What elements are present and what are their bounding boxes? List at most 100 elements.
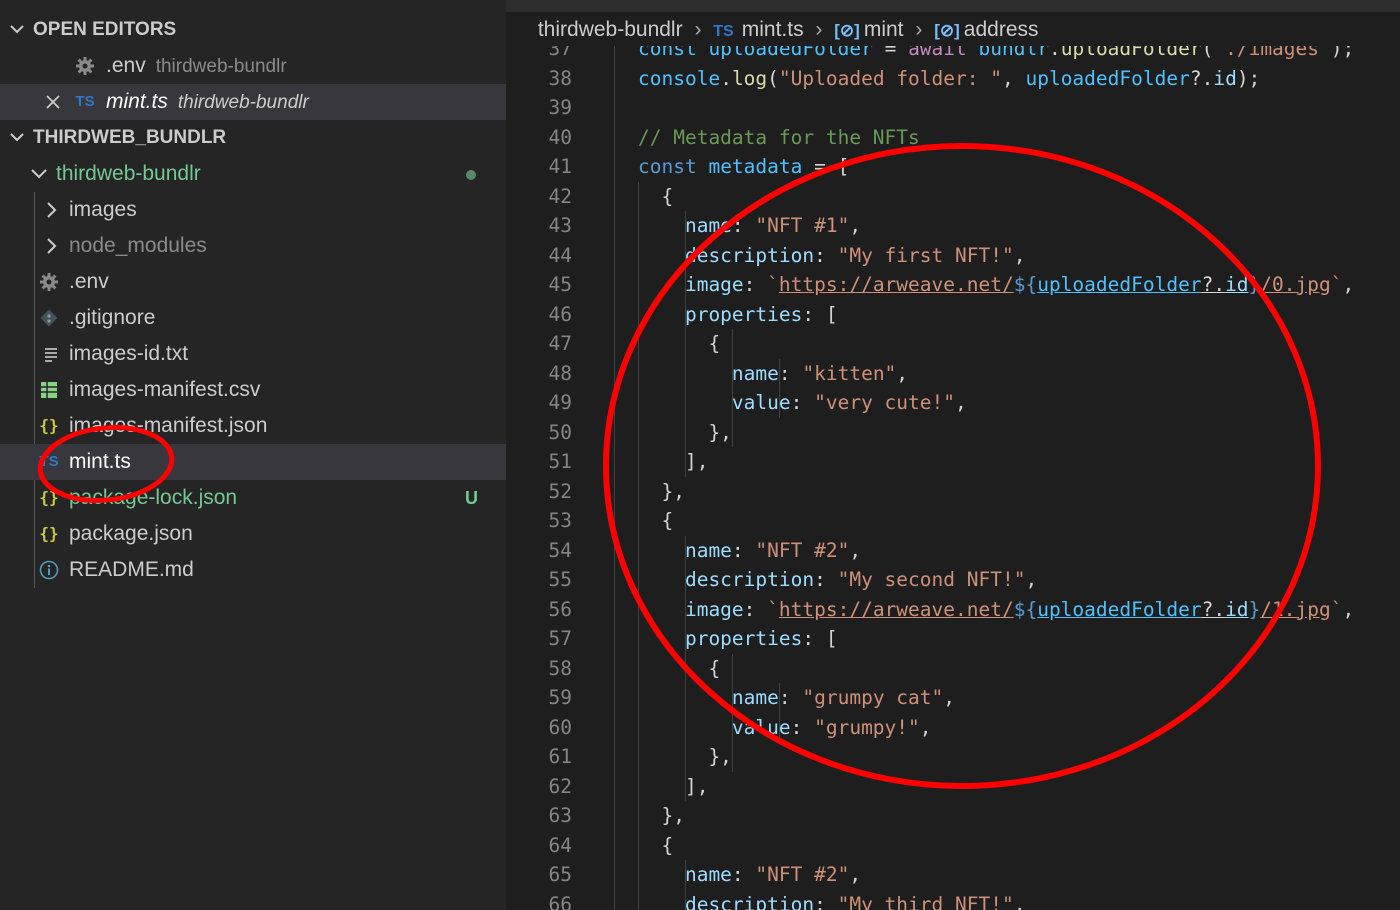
line-number: 57 (548, 627, 572, 650)
line-number: 38 (548, 66, 572, 90)
tree-item-node-modules[interactable]: node_modules (0, 228, 506, 264)
open-editors-header[interactable]: OPEN EDITORS (0, 12, 506, 48)
code-area[interactable]: 37 const uploadedFolder = await bundlr.up… (506, 0, 1400, 910)
line-number: 59 (548, 686, 572, 709)
code-line[interactable]: 62 ], (506, 771, 1400, 801)
code-text: name: "grumpy cat", (638, 683, 955, 713)
code-text: value: "very cute!", (638, 388, 967, 418)
spreadsheet-icon (38, 372, 60, 408)
indent-guide (614, 506, 615, 536)
code-token: : (743, 273, 768, 296)
indent-guide (614, 417, 615, 447)
code-line[interactable]: 44 description: "My first NFT!", (506, 240, 1400, 271)
code-editor[interactable]: thirdweb-bundlr › TS mint.ts › [⊘] mint › … (506, 0, 1400, 910)
code-line[interactable]: 59 name: "grumpy cat", (506, 683, 1400, 713)
folder-thirdweb-bundlr[interactable]: thirdweb-bundlr (0, 156, 506, 192)
code-token: value (638, 715, 791, 739)
code-line[interactable]: 47 { (506, 329, 1400, 359)
line-number: 62 (548, 774, 572, 798)
code-line[interactable]: 61 }, (506, 742, 1400, 772)
json-file-icon: {} (39, 416, 59, 435)
code-line[interactable]: 50 }, (506, 417, 1400, 447)
code-line[interactable]: 43 name: "NFT #1", (506, 211, 1400, 241)
code-line[interactable]: 55 description: "My second NFT!", (506, 565, 1400, 595)
line-number: 40 (548, 125, 572, 149)
code-line[interactable]: 45 image: `https://arweave.net/${uploade… (506, 270, 1400, 300)
code-token: uploadedFolder (1037, 597, 1202, 621)
code-line[interactable]: 42 { (506, 181, 1400, 211)
tree-item-readme-md[interactable]: README.md (0, 552, 506, 588)
code-line[interactable]: 39 (506, 93, 1400, 123)
tree-item-label: images (69, 198, 137, 221)
open-editor-name: mint.ts (106, 90, 168, 113)
code-token: "grumpy!" (814, 715, 920, 739)
line-number: 46 (548, 302, 572, 326)
code-line[interactable]: 66 description: "My third NFT!", (506, 889, 1400, 910)
tree-item-label: package.json (69, 522, 193, 545)
tree-item-images-manifest-json[interactable]: {} images-manifest.json (0, 408, 506, 444)
code-line[interactable]: 57 properties: [ (506, 624, 1400, 654)
code-line[interactable]: 58 { (506, 653, 1400, 683)
indent-guide (614, 93, 615, 123)
tree-item-env[interactable]: .env (0, 264, 506, 300)
code-token: { (638, 184, 674, 208)
tree-item-label: README.md (69, 558, 194, 581)
explorer-sidebar: OPEN EDITORS .env thirdweb-bundlr TS mint… (0, 0, 506, 910)
code-line[interactable]: 46 properties: [ (506, 299, 1400, 330)
indent-guide (614, 742, 615, 772)
project-explorer-header[interactable]: THIRDWEB_BUNDLR (0, 120, 506, 156)
code-token: , (849, 863, 862, 886)
line-number: 44 (548, 243, 572, 267)
code-line[interactable]: 64 { (506, 830, 1400, 860)
code-token: : (814, 243, 838, 267)
tree-item-images[interactable]: images (0, 192, 506, 228)
code-token: }, (638, 804, 685, 827)
indent-guide (614, 329, 615, 359)
tree-item-label: node_modules (69, 234, 207, 257)
code-line[interactable]: 40 // Metadata for the NFTs (506, 122, 1400, 152)
close-icon[interactable] (42, 84, 64, 120)
indent-guide (732, 417, 733, 447)
indent-guide (732, 742, 733, 772)
breadcrumb-symbol-label: mint (863, 18, 904, 41)
code-token: ` (767, 597, 779, 621)
tree-item-mint-ts[interactable]: TS mint.ts (0, 444, 506, 480)
code-line[interactable]: 48 name: "kitten", (506, 358, 1400, 388)
code-line[interactable]: 56 image: `https://arweave.net/${uploade… (506, 594, 1400, 624)
code-token: name (638, 863, 732, 886)
code-line[interactable]: 51 ], (506, 447, 1400, 477)
open-editors-title: OPEN EDITORS (33, 19, 177, 40)
indent-guide (614, 240, 615, 270)
code-token: : (778, 361, 803, 385)
code-token: { (638, 332, 721, 355)
open-editor-mint-ts[interactable]: TS mint.ts thirdweb-bundlr (0, 84, 506, 120)
indent-guide (614, 683, 615, 713)
code-line[interactable]: 38 console.log("Uploaded folder: ", uploa… (506, 63, 1400, 93)
code-token: properties (638, 302, 803, 326)
code-line[interactable]: 53 { (506, 506, 1400, 536)
tree-item-package-lock-json[interactable]: {} package-lock.json U (0, 480, 506, 516)
tree-item-images-id-txt[interactable]: images-id.txt (0, 336, 506, 372)
indent-guide (614, 181, 615, 211)
code-line[interactable]: 49 value: "very cute!", (506, 388, 1400, 418)
line-number: 42 (548, 184, 572, 208)
code-token: : (790, 715, 815, 739)
tree-item-gitignore[interactable]: .gitignore (0, 300, 506, 336)
line-number: 55 (548, 568, 572, 591)
tree-item-package-json[interactable]: {} package.json (0, 516, 506, 552)
code-token: ?. (1201, 597, 1226, 621)
code-line[interactable]: 65 name: "NFT #2", (506, 860, 1400, 890)
code-text: }, (638, 742, 731, 772)
indent-guide (614, 653, 615, 683)
code-line[interactable]: 63 }, (506, 801, 1400, 831)
code-line[interactable]: 60 value: "grumpy!", (506, 712, 1400, 742)
line-number: 66 (548, 892, 572, 910)
tree-item-images-manifest-csv[interactable]: images-manifest.csv (0, 372, 506, 408)
code-text: properties: [ (638, 300, 838, 330)
open-editor-env[interactable]: .env thirdweb-bundlr (0, 48, 506, 84)
code-line[interactable]: 41 const metadata = [ (506, 152, 1400, 182)
code-text: description: "My first NFT!", (638, 241, 1026, 271)
code-token: , (1342, 273, 1355, 296)
code-line[interactable]: 54 name: "NFT #2", (506, 535, 1400, 565)
code-line[interactable]: 52 }, (506, 476, 1400, 506)
